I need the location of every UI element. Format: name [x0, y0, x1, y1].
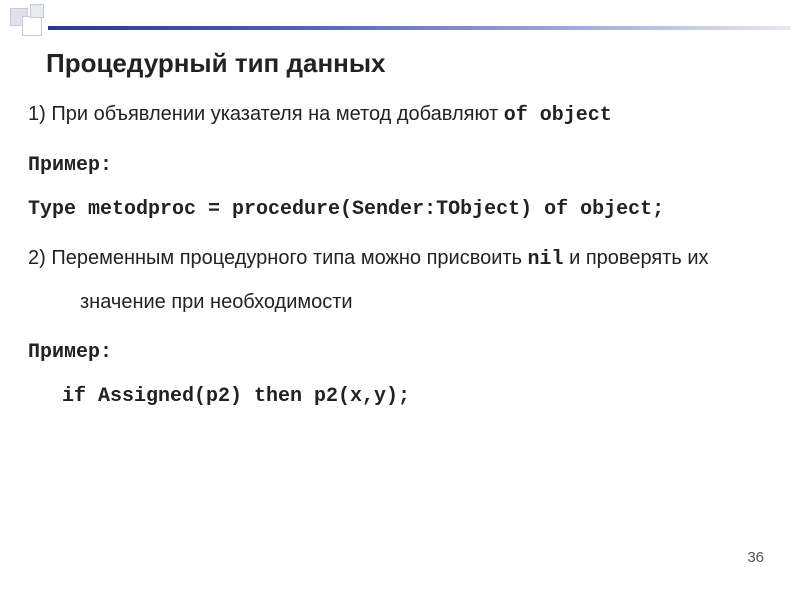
code-1-text: Type metodproc = procedure(Sender:TObjec…: [28, 198, 664, 221]
example-label-2: Пример:: [28, 337, 772, 367]
point-2: 2) Переменным процедурного типа можно пр…: [28, 244, 772, 274]
header-decoration: [0, 0, 800, 48]
point-1: 1) При объявлении указателя на метод доб…: [28, 100, 772, 130]
point-2-code: nil: [528, 248, 564, 271]
decor-rule: [48, 26, 790, 30]
decor-square: [22, 16, 42, 36]
page-number: 36: [747, 549, 764, 566]
code-2-text: if Assigned(p2) then p2(x,y);: [62, 385, 410, 408]
point-1-text: 1) При объявлении указателя на метод доб…: [28, 103, 504, 125]
point-2-line2: значение при необходимости: [28, 288, 772, 317]
point-2-prefix: 2) Переменным процедурного типа можно пр…: [28, 247, 528, 269]
example-label-text-2: Пример:: [28, 341, 112, 364]
point-2-suffix: и проверять их: [564, 247, 709, 269]
slide-content: 1) При объявлении указателя на метод доб…: [28, 100, 772, 425]
example-label-text: Пример:: [28, 154, 112, 177]
code-block-2: if Assigned(p2) then p2(x,y);: [28, 381, 772, 411]
example-label-1: Пример:: [28, 150, 772, 180]
point-1-code: of object: [504, 104, 612, 127]
decor-square: [30, 4, 44, 18]
code-block-1: Type metodproc = procedure(Sender:TObjec…: [28, 194, 772, 224]
slide-title: Процедурный тип данных: [46, 48, 386, 79]
